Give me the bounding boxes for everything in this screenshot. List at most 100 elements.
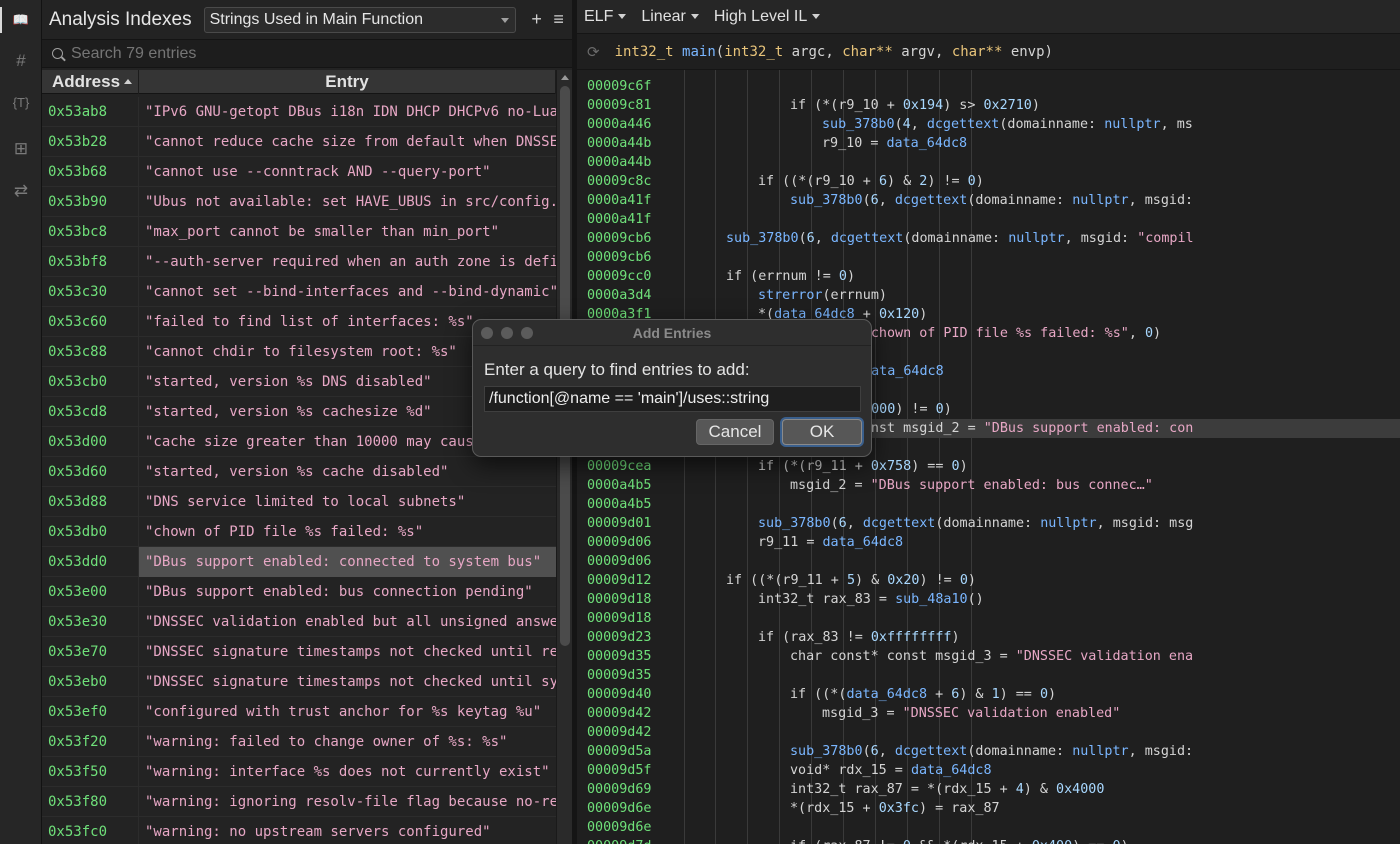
table-row[interactable]: 0x53bf8 "--auth-server required when an a… (42, 246, 556, 277)
line-code: int32_t rax_87 = *(rdx_15 + 4) & 0x4000 (790, 782, 1105, 797)
column-header-entry[interactable]: Entry (139, 70, 556, 94)
line-address: 0000a4b5 (587, 478, 652, 493)
cell-address: 0x53ab8 (42, 97, 139, 127)
table-row[interactable]: 0x53b90 "Ubus not available: set HAVE_UBU… (42, 186, 556, 217)
code-line[interactable]: 00009d42 msgid_3 = "DNSSEC validation ena… (577, 704, 1400, 723)
search-bar (42, 40, 572, 68)
table-row[interactable]: 0x53bc8 "max_port cannot be smaller than … (42, 216, 556, 247)
code-line[interactable]: 00009d6e (577, 818, 1400, 837)
ok-button[interactable]: OK (782, 419, 862, 445)
line-address: 00009d69 (587, 782, 652, 797)
code-line[interactable]: 00009c6f (577, 77, 1400, 96)
table-row[interactable]: 0x53f20 "warning: failed to change owner … (42, 726, 556, 757)
table-row[interactable]: 0x53db0 "chown of PID file %s failed: %s" (42, 516, 556, 547)
code-line[interactable]: 0000a4b5 (577, 495, 1400, 514)
code-line[interactable]: 00009d12 if ((*(r9_11 + 5) & 0x20) != 0) (577, 571, 1400, 590)
code-line[interactable]: 00009d18 int32_t rax_83 = sub_48a10() (577, 590, 1400, 609)
code-line[interactable]: 00009c81 if (*(r9_10 + 0x194) s> 0x2710) (577, 96, 1400, 115)
code-line[interactable]: 0000a3d4 strerror(errnum) (577, 286, 1400, 305)
line-code: msgid_2 = "DBus support enabled: bus con… (790, 478, 1153, 493)
code-line[interactable]: 00009cb6 (577, 248, 1400, 267)
entries-table: 0x53ab8 "IPv6 GNU-getopt DBus i18n IDN DH… (42, 97, 556, 844)
table-row[interactable]: 0x53b28 "cannot reduce cache size from de… (42, 126, 556, 157)
code-line[interactable]: 00009d06 r9_11 = data_64dc8 (577, 533, 1400, 552)
code-line[interactable]: 00009cea if (*(r9_11 + 0x758) == 0) (577, 457, 1400, 476)
query-input[interactable] (484, 386, 861, 412)
table-row[interactable]: 0x53e00 "DBus support enabled: bus connec… (42, 576, 556, 607)
code-line[interactable]: 0000a41f sub_378b0(6, dcgettext(domainnam… (577, 191, 1400, 210)
code-line[interactable]: 00009d35 (577, 666, 1400, 685)
code-line[interactable]: 00009d69 int32_t rax_87 = *(rdx_15 + 4) &… (577, 780, 1400, 799)
refresh-icon[interactable]: ⟳ (587, 43, 600, 61)
line-code: msgid_3 = "DNSSEC validation enabled" (822, 706, 1121, 721)
code-line[interactable]: 00009d5f void* rdx_15 = data_64dc8 (577, 761, 1400, 780)
code-line[interactable]: 00009c8c if ((*(r9_10 + 6) & 2) != 0) (577, 172, 1400, 191)
code-line[interactable]: 00009d23 if (rax_83 != 0xffffffff) (577, 628, 1400, 647)
line-address: 00009cea (587, 459, 652, 474)
cell-address: 0x53dd0 (42, 546, 139, 577)
braces-t-icon[interactable]: {T} (6, 87, 36, 117)
line-code: sub_378b0(6, dcgettext(domainname: nullp… (790, 193, 1194, 208)
code-line[interactable]: 0000a4b5 msgid_2 = "DBus support enabled:… (577, 476, 1400, 495)
hlil-code-listing[interactable]: 00009c6f 00009c81 if (*(r9_10 + 0x194) s> … (577, 70, 1400, 844)
code-line[interactable]: 00009d6e *(rdx_15 + 0x3fc) = rax_87 (577, 799, 1400, 818)
line-address: 0000a44b (587, 136, 652, 151)
sort-ascending-icon (124, 79, 132, 84)
book-icon[interactable]: 📖 (0, 5, 36, 35)
code-line[interactable]: 00009d01 sub_378b0(6, dcgettext(domainnam… (577, 514, 1400, 533)
line-code: r9_10 = data_64dc8 (822, 136, 968, 151)
table-row[interactable]: 0x53fc0 "warning: no upstream servers con… (42, 816, 556, 844)
code-line[interactable]: 00009cb6 sub_378b0(6, dcgettext(domainnam… (577, 229, 1400, 248)
table-row[interactable]: 0x53d60 "started, version %s cache disabl… (42, 456, 556, 487)
hierarchy-icon[interactable]: ⊞ (6, 134, 36, 164)
cell-address: 0x53bc8 (42, 216, 139, 247)
table-row[interactable]: 0x53c30 "cannot set --bind-interfaces and… (42, 276, 556, 307)
code-line[interactable]: 00009d5a sub_378b0(6, dcgettext(domainnam… (577, 742, 1400, 761)
cell-entry: "cannot set --bind-interfaces and --bind… (145, 283, 556, 300)
add-index-button[interactable]: + (530, 9, 544, 30)
cancel-button[interactable]: Cancel (696, 419, 774, 445)
line-address: 00009c8c (587, 174, 652, 189)
cell-entry: "DNSSEC signature timestamps not checked… (145, 643, 556, 660)
cell-entry: "chown of PID file %s failed: %s" (145, 523, 424, 540)
il-level-dropdown[interactable]: High Level IL (714, 8, 821, 26)
cell-address: 0x53cd8 (42, 396, 139, 427)
code-line[interactable]: 0000a44b (577, 153, 1400, 172)
table-row[interactable]: 0x53ef0 "configured with trust anchor for… (42, 696, 556, 727)
code-line[interactable]: 00009d40 if ((*(data_64dc8 + 6) & 1) == 0… (577, 685, 1400, 704)
code-line[interactable]: 00009d06 (577, 552, 1400, 571)
code-line[interactable]: 0000a41f (577, 210, 1400, 229)
index-selector[interactable]: Strings Used in Main Function (203, 6, 516, 33)
code-line[interactable]: 00009d42 (577, 723, 1400, 742)
table-row[interactable]: 0x53dd0 "DBus support enabled: connected … (42, 546, 556, 577)
line-address: 00009d18 (587, 592, 652, 607)
format-dropdown[interactable]: ELF (584, 8, 627, 26)
table-row[interactable]: 0x53f50 "warning: interface %s does not c… (42, 756, 556, 787)
table-row[interactable]: 0x53e70 "DNSSEC signature timestamps not … (42, 636, 556, 667)
hash-icon[interactable]: # (6, 46, 36, 76)
code-line[interactable]: 00009d7d if (rax_87 != 0 && *(rdx_15 + 0x… (577, 837, 1400, 844)
line-code: r9_11 = data_64dc8 (758, 535, 904, 550)
line-address: 0000a41f (587, 212, 652, 227)
code-line[interactable]: 0000a446 sub_378b0(4, dcgettext(domainnam… (577, 115, 1400, 134)
xref-icon[interactable]: ⇄ (6, 176, 36, 206)
cell-address: 0x53e00 (42, 576, 139, 607)
panel-menu-button[interactable]: ≡ (552, 9, 566, 30)
view-mode-dropdown[interactable]: Linear (641, 8, 699, 26)
table-row[interactable]: 0x53e30 "DNSSEC validation enabled but al… (42, 606, 556, 637)
code-line[interactable]: 00009d18 (577, 609, 1400, 628)
search-input[interactable] (71, 44, 531, 63)
table-row[interactable]: 0x53b68 "cannot use --conntrack AND --que… (42, 156, 556, 187)
code-line[interactable]: 0000a44b r9_10 = data_64dc8 (577, 134, 1400, 153)
column-header-address[interactable]: Address (42, 70, 139, 94)
table-row[interactable]: 0x53f80 "warning: ignoring resolv-file fl… (42, 786, 556, 817)
code-line[interactable]: 00009d35 char const* const msgid_3 = "DNS… (577, 647, 1400, 666)
scroll-up-icon[interactable] (561, 75, 569, 80)
code-line[interactable]: 00009cc0 if (errnum != 0) (577, 267, 1400, 286)
table-row[interactable]: 0x53d88 "DNS service limited to local sub… (42, 486, 556, 517)
table-row[interactable]: 0x53ab8 "IPv6 GNU-getopt DBus i18n IDN DH… (42, 97, 556, 127)
table-row[interactable]: 0x53eb0 "DNSSEC signature timestamps not … (42, 666, 556, 697)
function-name[interactable]: main (682, 44, 716, 60)
index-selector-value: Strings Used in Main Function (209, 10, 424, 28)
entries-scrollbar[interactable] (556, 70, 572, 844)
